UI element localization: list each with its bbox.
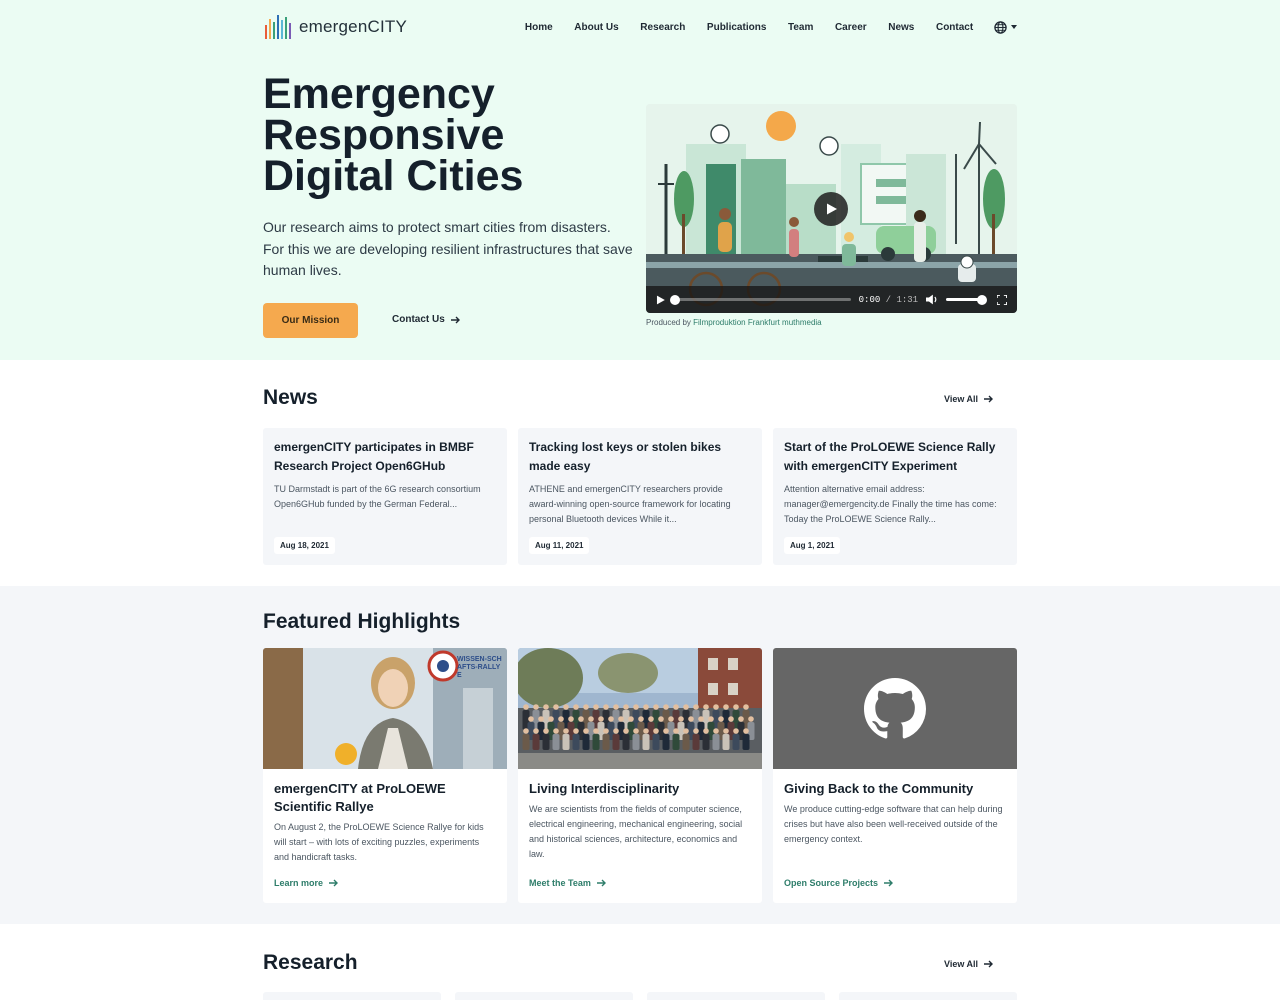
video-credit: Produced by Filmproduktion Frankfurt mut… xyxy=(646,318,822,327)
highlight-text: We are scientists from the fields of com… xyxy=(529,804,743,859)
brand-logo[interactable]: emergenCITY xyxy=(263,13,407,41)
nav-news[interactable]: News xyxy=(877,22,925,33)
news-excerpt: ATHENE and emergenCITY researchers provi… xyxy=(529,484,731,524)
video-progress-bar[interactable] xyxy=(669,294,851,305)
volume-handle[interactable] xyxy=(977,294,988,305)
current-time: 0:00 xyxy=(858,294,881,305)
highlight-image-team xyxy=(518,648,762,769)
open-source-projects-link[interactable]: Open Source Projects xyxy=(784,878,894,888)
research-card[interactable] xyxy=(647,992,825,1000)
top-navigation: emergenCITY Home About Us Research Publi… xyxy=(263,10,1017,44)
brand-name: emergenCITY xyxy=(299,17,408,36)
video-time: 0:00 / 1:31 xyxy=(859,295,918,305)
research-view-all-link[interactable]: View All xyxy=(944,959,994,969)
logo-mark-icon xyxy=(265,15,291,39)
nav-research[interactable]: Research xyxy=(630,22,697,33)
research-card[interactable] xyxy=(455,992,633,1000)
team-members xyxy=(522,704,755,750)
credit-link[interactable]: Filmproduktion Frankfurt muthmedia xyxy=(693,318,822,327)
highlight-text: On August 2, the ProLOEWE Science Rallye… xyxy=(274,822,484,862)
arrow-right-icon xyxy=(884,879,894,887)
news-card[interactable]: Start of the ProLOEWE Science Rally with… xyxy=(773,428,1017,565)
news-section-title: News xyxy=(263,386,318,409)
news-excerpt: TU Darmstadt is part of the 6G research … xyxy=(274,484,481,509)
our-mission-button[interactable]: Our Mission xyxy=(263,303,358,338)
credit-prefix: Produced by xyxy=(646,318,694,327)
news-card[interactable]: Tracking lost keys or stolen bikes made … xyxy=(518,428,762,565)
highlight-card[interactable]: WISSEN-SCHAFTS-RALLYE emergenCITY at Pro… xyxy=(263,648,507,903)
nav-team[interactable]: Team xyxy=(777,22,824,33)
rallye-badge-text: WISSEN-SCHAFTS-RALLYE xyxy=(457,656,502,679)
nav-contact[interactable]: Contact xyxy=(925,22,984,33)
fullscreen-icon[interactable] xyxy=(997,294,1007,305)
news-title: Start of the ProLOEWE Science Rally with… xyxy=(784,440,996,473)
news-date: Aug 18, 2021 xyxy=(274,537,335,554)
chevron-down-icon xyxy=(1011,25,1017,29)
research-section-title: Research xyxy=(263,951,358,974)
highlight-body: Living Interdisciplinarity We are scient… xyxy=(518,769,762,873)
meet-the-team-link[interactable]: Meet the Team xyxy=(529,878,607,888)
highlight-card[interactable]: Living Interdisciplinarity We are scient… xyxy=(518,648,762,903)
video-controls: 0:00 / 1:31 xyxy=(646,286,1017,313)
view-all-label: View All xyxy=(944,394,979,404)
time-separator: / xyxy=(880,294,897,305)
news-view-all-link[interactable]: View All xyxy=(944,394,994,404)
research-card[interactable] xyxy=(263,992,441,1000)
hero-title: Emergency Responsive Digital Cities xyxy=(263,70,524,200)
intro-video-player[interactable]: 0:00 / 1:31 xyxy=(646,104,1017,313)
news-excerpt: Attention alternative email address: man… xyxy=(784,484,997,524)
news-title: Tracking lost keys or stolen bikes made … xyxy=(529,440,722,473)
arrow-right-icon xyxy=(984,960,994,968)
contact-us-link[interactable]: Contact Us xyxy=(392,314,461,325)
link-label: Meet the Team xyxy=(529,878,591,888)
link-label: Learn more xyxy=(274,878,324,888)
globe-icon xyxy=(994,20,1007,34)
news-date: Aug 11, 2021 xyxy=(529,537,590,554)
highlight-image-github xyxy=(773,648,1017,769)
play-icon[interactable] xyxy=(656,295,666,305)
nav-career[interactable]: Career xyxy=(824,22,877,33)
view-all-label: View All xyxy=(944,959,979,969)
highlight-title: Giving Back to the Community xyxy=(784,781,974,796)
highlight-body: emergenCITY at ProLOEWE Scientific Rally… xyxy=(263,769,507,876)
play-icon xyxy=(827,203,837,215)
github-icon xyxy=(864,677,926,738)
highlight-card[interactable]: Giving Back to the Community We produce … xyxy=(773,648,1017,903)
research-card[interactable] xyxy=(839,992,1017,1000)
arrow-right-icon xyxy=(984,395,994,403)
link-label: Open Source Projects xyxy=(784,878,879,888)
play-button-overlay[interactable] xyxy=(814,192,848,226)
contact-us-label: Contact Us xyxy=(392,314,445,325)
nav-links: Home About Us Research Publications Team… xyxy=(514,20,1017,34)
news-title: emergenCITY participates in BMBF Researc… xyxy=(274,440,474,473)
arrow-right-icon xyxy=(329,879,339,887)
nav-publications[interactable]: Publications xyxy=(696,22,777,33)
highlight-body: Giving Back to the Community We produce … xyxy=(773,769,1017,858)
learn-more-link[interactable]: Learn more xyxy=(274,878,339,888)
volume-icon[interactable] xyxy=(926,294,938,305)
duration: 1:31 xyxy=(896,294,919,305)
news-card[interactable]: emergenCITY participates in BMBF Researc… xyxy=(263,428,507,565)
highlight-image-rallye: WISSEN-SCHAFTS-RALLYE xyxy=(263,648,507,769)
hero-description: Our research aims to protect smart citie… xyxy=(263,219,633,278)
nav-home[interactable]: Home xyxy=(514,22,563,33)
arrow-right-icon xyxy=(596,879,606,887)
arrow-right-icon xyxy=(450,316,460,323)
news-date: Aug 1, 2021 xyxy=(784,537,841,554)
progress-handle[interactable] xyxy=(669,294,680,305)
highlight-text: We produce cutting-edge software that ca… xyxy=(784,804,1003,844)
volume-slider[interactable] xyxy=(945,294,988,305)
nav-about-us[interactable]: About Us xyxy=(563,22,629,33)
highlights-section-title: Featured Highlights xyxy=(263,610,461,633)
highlight-title: Living Interdisciplinarity xyxy=(529,781,680,796)
language-selector[interactable] xyxy=(984,20,1017,34)
highlight-title: emergenCITY at ProLOEWE Scientific Rally… xyxy=(274,781,446,814)
